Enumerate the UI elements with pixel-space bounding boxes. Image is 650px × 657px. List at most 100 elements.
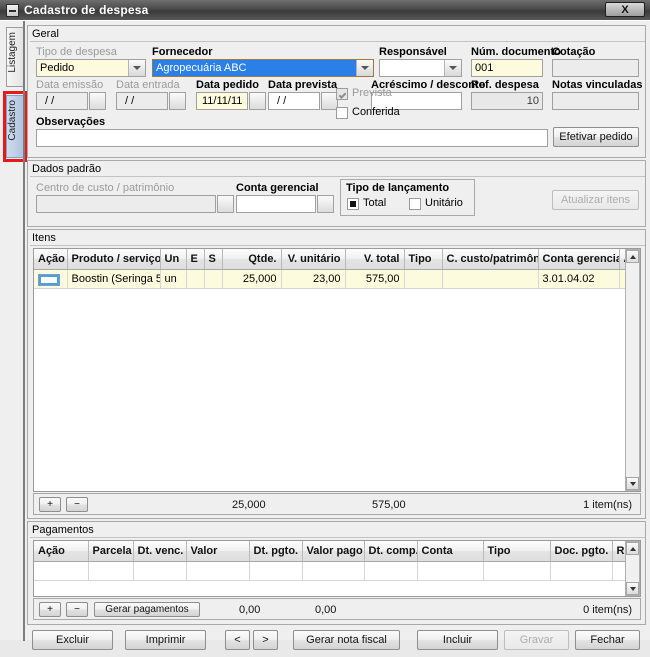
cell-v_unitario[interactable]: 23,00	[281, 269, 346, 289]
cell-acao[interactable]	[34, 561, 89, 581]
imprimir-button[interactable]: Imprimir	[125, 630, 206, 650]
column-header-valor[interactable]: Valor	[186, 541, 250, 562]
close-button[interactable]: X	[605, 2, 645, 17]
column-header-conta[interactable]: Conta	[417, 541, 484, 562]
scroll-up-arrow-icon[interactable]	[626, 250, 639, 263]
chevron-down-icon[interactable]	[444, 60, 461, 76]
conta-gerencial-picker-button[interactable]	[317, 195, 334, 213]
column-header-a-o[interactable]: Ação	[34, 249, 68, 270]
prevista-checkbox[interactable]	[336, 88, 348, 100]
tipo-despesa-combo[interactable]: Pedido	[36, 59, 146, 77]
column-header-dt-venc[interactable]: Dt. venc.	[133, 541, 187, 562]
fechar-button[interactable]: Fechar	[575, 630, 640, 650]
excluir-button[interactable]: Excluir	[32, 630, 113, 650]
conta-gerencial-input[interactable]	[236, 195, 316, 213]
table-row[interactable]	[34, 561, 635, 581]
column-header-doc-pgto[interactable]: Doc. pgto.	[550, 541, 613, 562]
column-header-produto-servi-o[interactable]: Produto / serviço	[67, 249, 161, 270]
radio-unitario[interactable]	[409, 198, 421, 210]
group-itens: Itens Ação Produto / serviço Un E S Qtde. V. u…	[27, 229, 646, 519]
next-record-button[interactable]: >	[253, 630, 278, 650]
previous-record-button[interactable]: <	[225, 630, 250, 650]
data-emissao-picker-button[interactable]	[89, 92, 106, 110]
cell-valor[interactable]	[186, 561, 250, 581]
sidebar-tab-listagem[interactable]: Listagem	[6, 27, 23, 87]
column-header-qtde[interactable]: Qtde.	[222, 249, 282, 270]
data-prevista-input[interactable]: / /	[268, 92, 320, 110]
cell-conta[interactable]	[417, 561, 484, 581]
column-header-valor-pago[interactable]: Valor pago	[302, 541, 365, 562]
pagamentos-grid[interactable]: Ação Parcela Dt. venc. Valor Dt. pgto. Valor …	[33, 540, 641, 597]
cell-tipo[interactable]	[483, 561, 551, 581]
cell-conta_gerencial[interactable]: 3.01.04.02	[538, 269, 620, 289]
column-header-parcela[interactable]: Parcela	[88, 541, 134, 562]
column-header-v-unit-rio[interactable]: V. unitário	[281, 249, 346, 270]
data-pedido-picker-button[interactable]	[249, 92, 266, 110]
cell-e[interactable]	[186, 269, 205, 289]
column-header-un[interactable]: Un	[160, 249, 187, 270]
pagamentos-vertical-scrollbar[interactable]	[625, 541, 640, 596]
data-emissao-input[interactable]: / /	[36, 92, 88, 110]
cell-un[interactable]: un	[160, 269, 187, 289]
itens-vertical-scrollbar[interactable]	[625, 249, 640, 491]
label-num-documento: Núm. documento	[471, 46, 561, 58]
conferida-checkbox[interactable]	[336, 107, 348, 119]
column-header-conta-gerencial[interactable]: Conta gerencial	[538, 249, 620, 270]
num-documento-input[interactable]: 001	[471, 59, 543, 77]
pagamentos-remove-button[interactable]: −	[66, 602, 88, 617]
efetivar-pedido-button[interactable]: Efetivar pedido	[553, 127, 639, 147]
cell-doc_pgto[interactable]	[550, 561, 613, 581]
column-header-tipo[interactable]: Tipo	[483, 541, 551, 562]
cell-dt_comp[interactable]	[364, 561, 418, 581]
data-entrada-picker-button[interactable]	[169, 92, 186, 110]
cell-valor_pago[interactable]	[302, 561, 365, 581]
pagamentos-body	[34, 561, 635, 581]
cell-produto[interactable]: Boostin (Seringa 500 m	[67, 269, 161, 289]
responsavel-combo[interactable]	[379, 59, 462, 77]
cell-c_custo[interactable]	[442, 269, 539, 289]
column-header-v-total[interactable]: V. total	[345, 249, 405, 270]
chevron-down-icon[interactable]	[128, 60, 145, 76]
table-row[interactable]: Boostin (Seringa 500 mun 25,00023,00575,0…	[34, 269, 640, 289]
cell-v_total[interactable]: 575,00	[345, 269, 405, 289]
gerar-nota-fiscal-button[interactable]: Gerar nota fiscal	[293, 630, 400, 650]
column-header-a-o[interactable]: Ação	[34, 541, 89, 562]
cell-dt_venc[interactable]	[133, 561, 187, 581]
label-observacoes: Observações	[36, 116, 106, 128]
column-header-tipo[interactable]: Tipo	[404, 249, 443, 270]
row-action-checkbox[interactable]	[38, 273, 60, 286]
window-title: Cadastro de despesa	[24, 3, 149, 17]
cell-s[interactable]	[204, 269, 223, 289]
centro-custo-picker-button[interactable]	[217, 195, 234, 213]
cell-dt_pgto[interactable]	[249, 561, 303, 581]
notas-vinculadas-input[interactable]	[552, 92, 639, 110]
centro-custo-input[interactable]	[36, 195, 216, 213]
cell-qtde[interactable]: 25,000	[222, 269, 282, 289]
radio-total[interactable]	[347, 198, 359, 210]
itens-remove-button[interactable]: −	[66, 497, 88, 512]
column-header-c-custo-patrim-nio[interactable]: C. custo/patrimônio	[442, 249, 539, 270]
scroll-up-arrow-icon[interactable]	[626, 542, 639, 555]
itens-grid[interactable]: Ação Produto / serviço Un E S Qtde. V. unitári…	[33, 248, 641, 492]
chevron-down-icon[interactable]	[356, 60, 373, 76]
column-header-s[interactable]: S	[204, 249, 223, 270]
incluir-button[interactable]: Incluir	[417, 630, 498, 650]
scroll-down-arrow-icon[interactable]	[626, 582, 639, 595]
label-cotacao: Cotação	[552, 46, 596, 58]
data-pedido-input[interactable]: 11/11/11	[196, 92, 248, 110]
cell-tipo[interactable]	[404, 269, 443, 289]
cotacao-input[interactable]	[552, 59, 639, 77]
column-header-dt-pgto[interactable]: Dt. pgto.	[249, 541, 303, 562]
column-header-dt-comp[interactable]: Dt. comp.	[364, 541, 418, 562]
column-header-e[interactable]: E	[186, 249, 205, 270]
data-entrada-input[interactable]: / /	[116, 92, 168, 110]
gerar-pagamentos-button[interactable]: Gerar pagamentos	[94, 602, 200, 617]
observacoes-input[interactable]	[36, 129, 548, 147]
pagamentos-add-button[interactable]: +	[39, 602, 61, 617]
itens-add-button[interactable]: +	[39, 497, 61, 512]
cell-acao[interactable]	[34, 269, 68, 289]
cell-parcela[interactable]	[88, 561, 134, 581]
minimize-box-icon[interactable]	[6, 4, 19, 17]
fornecedor-combo[interactable]: Agropecuária ABC	[152, 59, 374, 77]
scroll-down-arrow-icon[interactable]	[626, 477, 639, 490]
